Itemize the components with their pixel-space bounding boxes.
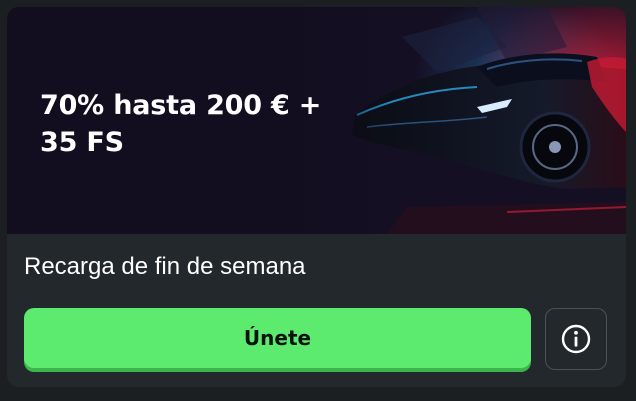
join-button-label: Únete (243, 326, 312, 350)
promo-headline-line1: 70% hasta 200 € + (40, 90, 322, 121)
promo-headline-line2: 35 FS (40, 127, 124, 158)
promo-banner: 70% hasta 200 € + 35 FS (7, 7, 626, 234)
info-circle-icon (561, 324, 591, 354)
info-button[interactable] (545, 308, 607, 370)
promo-card: 70% hasta 200 € + 35 FS Recarga de fin d… (7, 7, 626, 387)
promo-subtitle: Recarga de fin de semana (24, 253, 306, 280)
join-button[interactable]: Únete (24, 308, 531, 368)
promo-headline: 70% hasta 200 € + 35 FS (40, 87, 360, 161)
